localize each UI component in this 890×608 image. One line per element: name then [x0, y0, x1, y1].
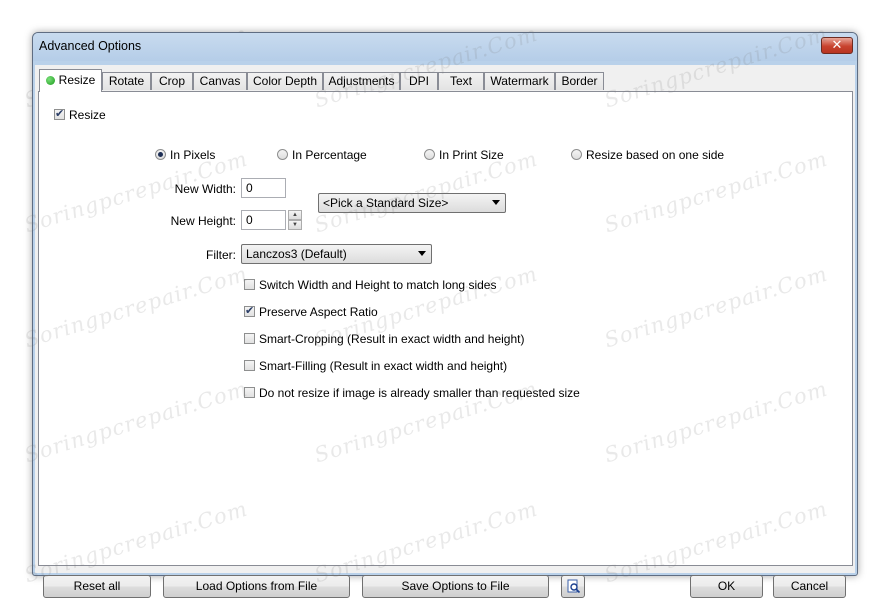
radio-in-percentage[interactable]: [277, 149, 288, 160]
radio-in-pixels[interactable]: [155, 149, 166, 160]
new-width-label: New Width:: [174, 182, 236, 196]
active-dot-icon: [45, 76, 55, 85]
tab-resize[interactable]: Resize: [39, 69, 102, 92]
cancel-button[interactable]: Cancel: [773, 575, 846, 598]
smart-cropping-checkbox[interactable]: [244, 333, 255, 344]
no-upscale-checkbox[interactable]: [244, 387, 255, 398]
tab-watermark[interactable]: Watermark: [484, 72, 555, 90]
preserve-aspect-ratio-label: Preserve Aspect Ratio: [259, 305, 378, 319]
stepper-up-icon[interactable]: ▲: [288, 210, 302, 220]
preview-button[interactable]: [561, 575, 585, 598]
tab-rotate[interactable]: Rotate: [102, 72, 151, 90]
radio-one-side[interactable]: [571, 149, 582, 160]
tab-label: Resize: [58, 73, 96, 87]
ok-button[interactable]: OK: [690, 575, 763, 598]
standard-size-dropdown[interactable]: <Pick a Standard Size>: [318, 193, 506, 213]
resize-checkbox[interactable]: [54, 107, 65, 121]
radio-in-pixels-label: In Pixels: [170, 148, 216, 162]
resize-panel: Resize In Pixels In Percentage In Print …: [38, 91, 853, 566]
new-height-input[interactable]: 0: [241, 210, 286, 230]
radio-in-percentage-label: In Percentage: [292, 148, 367, 162]
dialog-client-area: Resize Rotate Crop Canvas Color Depth Ad…: [35, 65, 855, 598]
tab-canvas[interactable]: Canvas: [193, 72, 247, 90]
switch-width-height-label: Switch Width and Height to match long si…: [259, 278, 497, 292]
radio-in-print-size[interactable]: [424, 149, 435, 160]
preserve-aspect-ratio-checkbox[interactable]: [244, 304, 255, 318]
window-title: Advanced Options: [39, 39, 142, 53]
stepper-down-icon[interactable]: ▼: [288, 220, 302, 230]
new-width-input[interactable]: 0: [241, 178, 286, 198]
tab-adjustments[interactable]: Adjustments: [323, 72, 400, 90]
tab-text[interactable]: Text: [438, 72, 484, 90]
advanced-options-window: Advanced Options ✕ Resize Rotate Crop Ca…: [32, 32, 858, 598]
smart-filling-label: Smart-Filling (Result in exact width and…: [259, 359, 508, 373]
save-options-button[interactable]: Save Options to File: [362, 575, 549, 598]
title-bar: Advanced Options ✕: [33, 33, 857, 61]
switch-width-height-checkbox[interactable]: [244, 279, 255, 290]
tab-dpi[interactable]: DPI: [400, 72, 438, 90]
radio-in-print-size-label: In Print Size: [439, 148, 504, 162]
radio-one-side-label: Resize based on one side: [586, 148, 725, 162]
height-stepper[interactable]: ▲ ▼: [288, 210, 302, 230]
no-upscale-label: Do not resize if image is already smalle…: [259, 386, 580, 400]
filter-value: Lanczos3 (Default): [246, 247, 347, 261]
load-options-button[interactable]: Load Options from File: [163, 575, 350, 598]
filter-dropdown[interactable]: Lanczos3 (Default): [241, 244, 432, 264]
smart-filling-checkbox[interactable]: [244, 360, 255, 371]
tab-border[interactable]: Border: [555, 72, 604, 90]
chevron-down-icon: [492, 200, 500, 205]
chevron-down-icon: [418, 251, 426, 256]
close-icon: ✕: [831, 37, 843, 52]
close-button[interactable]: ✕: [821, 37, 853, 54]
new-height-label: New Height:: [170, 214, 236, 228]
magnifier-page-icon: [567, 579, 581, 594]
tab-color-depth[interactable]: Color Depth: [247, 72, 323, 90]
tab-crop[interactable]: Crop: [151, 72, 193, 90]
standard-size-value: <Pick a Standard Size>: [323, 196, 449, 210]
reset-all-button[interactable]: Reset all: [43, 575, 151, 598]
smart-cropping-label: Smart-Cropping (Result in exact width an…: [259, 332, 525, 346]
resize-checkbox-label: Resize: [69, 108, 106, 122]
filter-label: Filter:: [206, 248, 236, 262]
